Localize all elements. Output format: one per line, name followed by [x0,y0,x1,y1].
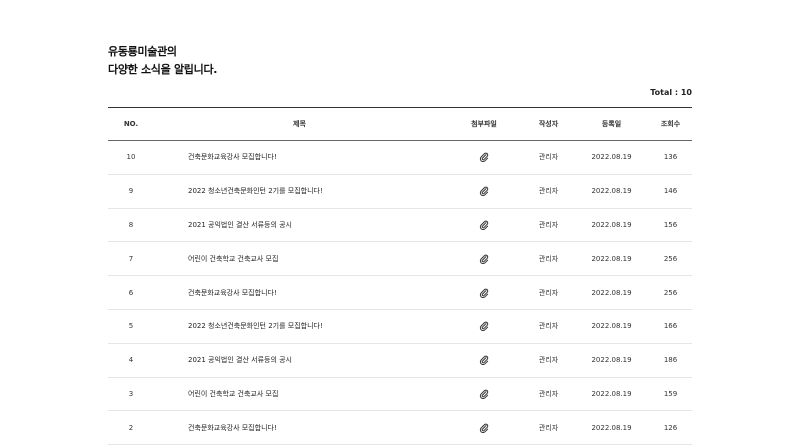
row-author: 관리자 [523,174,574,209]
row-author: 관리자 [523,410,574,446]
paperclip-icon[interactable] [479,423,489,433]
page-heading: 유동룡미술관의 다양한 소식을 알립니다. [108,43,217,79]
row-author: 관리자 [523,377,574,412]
row-date: 2022.08.19 [574,174,649,209]
column-header-title: 제목 [154,107,445,141]
row-author: 관리자 [523,275,574,310]
table-row[interactable]: 9 2022 청소년건축문화인턴 2기를 모집합니다! 관리자 2022.08.19 1… [108,174,692,209]
table-header-row: NO. 제목 첨부파일 작성자 등록일 조회수 [108,107,692,141]
table-row[interactable]: 5 2022 청소년건축문화인턴 2기를 모집합니다! 관리자 2022.08.19 1… [108,309,692,344]
paperclip-icon[interactable] [479,220,489,231]
row-number: 10 [108,140,154,175]
paperclip-icon[interactable] [479,321,489,332]
row-number: 7 [108,241,154,277]
row-date: 2022.08.19 [574,377,649,412]
row-views: 256 [649,241,692,277]
notice-title-link[interactable]: 2021 공익법인 결산 서류등의 공시 [154,208,445,243]
notice-title-link[interactable]: 건축문화교육강사 모집합니다! [154,140,445,175]
row-views: 126 [649,410,692,446]
table-body: 10 건축문화교육강사 모집합니다! 관리자 2022.08.19 136 9 2022 청… [108,140,692,446]
notice-title-link[interactable]: 건축문화교육강사 모집합니다! [154,410,445,446]
row-date: 2022.08.19 [574,309,649,344]
column-header-author: 작성자 [523,107,574,141]
attachment-cell [445,275,523,310]
attachment-cell [445,174,523,209]
row-date: 2022.08.19 [574,140,649,175]
row-date: 2022.08.19 [574,410,649,446]
paperclip-icon[interactable] [479,288,489,298]
attachment-cell [445,208,523,243]
row-views: 166 [649,309,692,344]
paperclip-icon[interactable] [479,186,489,197]
table-row[interactable]: 8 2021 공익법인 결산 서류등의 공시 관리자 2022.08.19 156 [108,208,692,243]
row-views: 156 [649,208,692,243]
table-row[interactable]: 2 건축문화교육강사 모집합니다! 관리자 2022.08.19 126 [108,410,692,446]
row-date: 2022.08.19 [574,208,649,243]
row-number: 4 [108,343,154,378]
attachment-cell [445,377,523,412]
row-author: 관리자 [523,309,574,344]
table-row[interactable]: 7 어린이 건축학교 건축교사 모집 관리자 2022.08.19 256 [108,241,692,277]
table-row[interactable]: 10 건축문화교육강사 모집합니다! 관리자 2022.08.19 136 [108,140,692,175]
notice-title-link[interactable]: 어린이 건축학교 건축교사 모집 [154,241,445,277]
notice-title-link[interactable]: 2022 청소년건축문화인턴 2기를 모집합니다! [154,174,445,209]
table-row[interactable]: 3 어린이 건축학교 건축교사 모집 관리자 2022.08.19 159 [108,377,692,412]
row-number: 2 [108,410,154,446]
row-author: 관리자 [523,343,574,378]
row-date: 2022.08.19 [574,241,649,277]
column-header-views: 조회수 [649,107,692,141]
row-number: 6 [108,275,154,310]
table-row[interactable]: 6 건축문화교육강사 모집합니다! 관리자 2022.08.19 256 [108,275,692,310]
paperclip-icon[interactable] [479,355,489,366]
paperclip-icon[interactable] [479,389,489,400]
row-author: 관리자 [523,241,574,277]
notice-board-page: 유동룡미술관의 다양한 소식을 알립니다. Total : 10 NO. 제목 … [0,0,800,448]
paperclip-icon[interactable] [479,254,489,264]
row-number: 5 [108,309,154,344]
row-views: 159 [649,377,692,412]
row-views: 136 [649,140,692,175]
total-count: Total : 10 [650,88,692,97]
row-author: 관리자 [523,140,574,175]
attachment-cell [445,140,523,175]
notice-table-container: NO. 제목 첨부파일 작성자 등록일 조회수 10 건축문화교육강사 모집합니다… [108,107,692,446]
attachment-cell [445,410,523,446]
row-views: 256 [649,275,692,310]
heading-line-2: 다양한 소식을 알립니다. [108,63,218,76]
column-header-no: NO. [108,107,154,141]
row-date: 2022.08.19 [574,343,649,378]
notice-title-link[interactable]: 2022 청소년건축문화인턴 2기를 모집합니다! [154,309,445,344]
column-header-attachment: 첨부파일 [445,107,523,141]
attachment-cell [445,343,523,378]
row-views: 146 [649,174,692,209]
row-number: 9 [108,174,154,209]
row-views: 186 [649,343,692,378]
row-date: 2022.08.19 [574,275,649,310]
row-number: 3 [108,377,154,412]
row-number: 8 [108,208,154,243]
attachment-cell [445,241,523,277]
notice-table: NO. 제목 첨부파일 작성자 등록일 조회수 10 건축문화교육강사 모집합니다… [108,107,692,446]
row-author: 관리자 [523,208,574,243]
notice-title-link[interactable]: 어린이 건축학교 건축교사 모집 [154,377,445,412]
table-row[interactable]: 4 2021 공익법인 결산 서류등의 공시 관리자 2022.08.19 186 [108,343,692,378]
heading-line-1: 유동룡미술관의 [108,45,177,58]
paperclip-icon[interactable] [479,152,489,163]
attachment-cell [445,309,523,344]
notice-title-link[interactable]: 건축문화교육강사 모집합니다! [154,275,445,310]
notice-title-link[interactable]: 2021 공익법인 결산 서류등의 공시 [154,343,445,378]
column-header-date: 등록일 [574,107,649,141]
table-header: NO. 제목 첨부파일 작성자 등록일 조회수 [108,107,692,141]
